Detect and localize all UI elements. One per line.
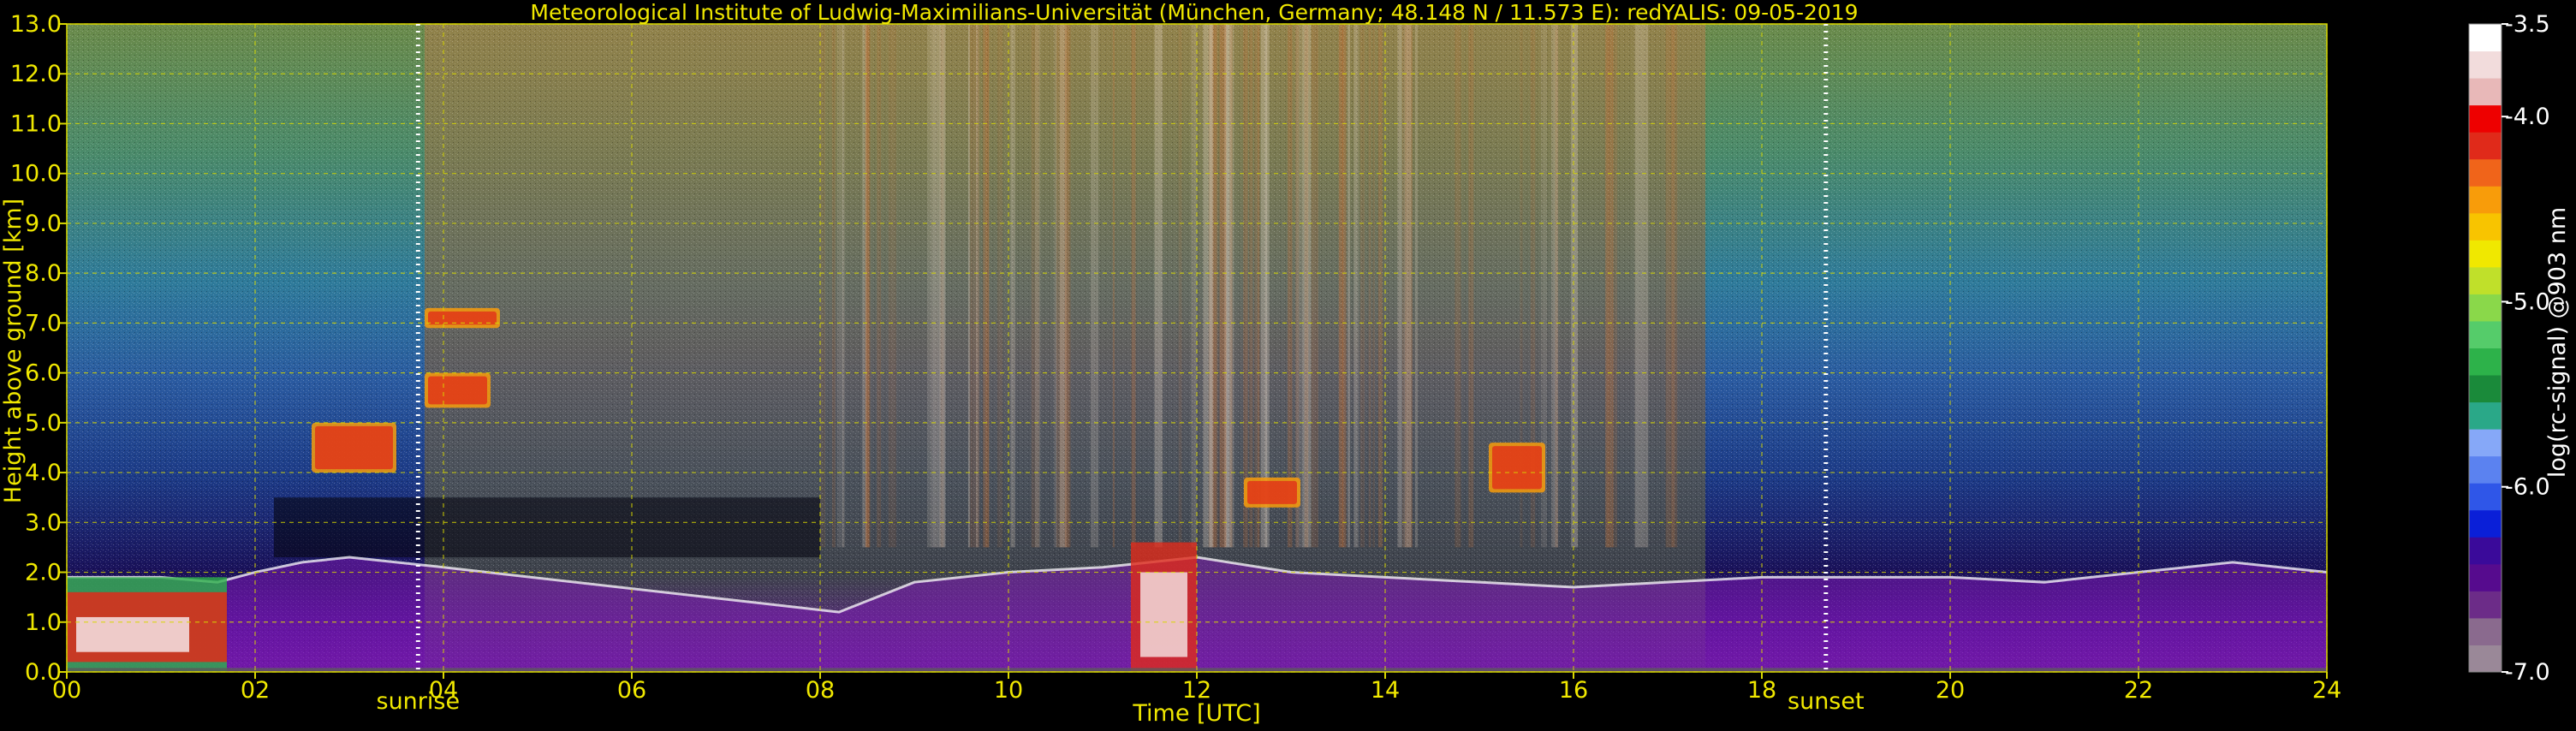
colorbar-segment <box>2469 429 2502 457</box>
y-tick-label: 1.0 <box>25 609 62 636</box>
colorbar-segment <box>2469 401 2502 430</box>
colorbar-segment <box>2469 240 2502 268</box>
colorbar-segment <box>2469 348 2502 376</box>
colorbar-segment <box>2469 645 2502 673</box>
y-tick-label: 2.0 <box>25 560 62 586</box>
colorbar: -3.5 -4.0 -5.0 -6.0 -7.0 <box>2468 11 2550 686</box>
chart-svg: sunrise sunset 00 02 04 06 08 10 12 14 16 18 20 22 24… <box>0 0 2571 727</box>
colorbar-segment <box>2469 132 2502 160</box>
colorbar-segment <box>2469 375 2502 403</box>
colorbar-segment <box>2469 294 2502 322</box>
cloud-column-core <box>1140 572 1187 657</box>
x-axis-label: Time [UTC] <box>1132 700 1260 727</box>
y-tick-label: 5.0 <box>25 410 62 437</box>
chart-title: Meteorological Institute of Ludwig-Maxim… <box>530 0 1858 25</box>
x-tick-label: 06 <box>617 677 646 704</box>
colorbar-tick-label: -5.0 <box>2505 288 2550 315</box>
y-tick-label: 13.0 <box>10 11 62 38</box>
x-tick-label: 14 <box>1371 677 1400 704</box>
colorbar-label: log(rc-signal) @903 nm <box>2544 207 2571 478</box>
colorbar-segment <box>2469 320 2502 348</box>
colorbar-segment <box>2469 509 2502 538</box>
colorbar-segment <box>2469 186 2502 214</box>
y-tick-label: 9.0 <box>25 211 62 237</box>
x-tick-label: 22 <box>2124 677 2153 704</box>
aerosol-layer-core <box>1492 446 1542 490</box>
y-tick-label: 8.0 <box>25 260 62 287</box>
y-tick-label: 6.0 <box>25 360 62 387</box>
x-tick-label: 16 <box>1559 677 1588 704</box>
y-tick-label: 11.0 <box>10 110 62 137</box>
y-tick-label: 3.0 <box>25 509 62 536</box>
colorbar-segment <box>2469 104 2502 133</box>
y-tick-label: 4.0 <box>25 460 62 486</box>
colorbar-tick-label: -3.5 <box>2505 11 2550 38</box>
y-axis-label: Height above ground [km] <box>0 199 27 503</box>
y-tick-label: 7.0 <box>25 310 62 336</box>
colorbar-segment <box>2469 455 2502 484</box>
colorbar-tick-label: -6.0 <box>2505 474 2550 501</box>
x-tick-label: 08 <box>806 677 835 704</box>
lidar-backscatter-chart: sunrise sunset 00 02 04 06 08 10 12 14 16 18 20 22 24… <box>0 0 2576 728</box>
colorbar-segment <box>2469 51 2502 79</box>
colorbar-tick-label: -4.0 <box>2505 104 2550 130</box>
colorbar-segment <box>2469 483 2502 511</box>
x-tick-label: 20 <box>1936 677 1965 704</box>
y-tick-label: 12.0 <box>10 61 62 87</box>
colorbar-segment <box>2469 537 2502 565</box>
y-tick-label: 0.0 <box>25 659 62 686</box>
clear-air-region <box>274 497 820 558</box>
colorbar-segment <box>2469 158 2502 187</box>
colorbar-segment <box>2469 591 2502 619</box>
aerosol-layer-core <box>1247 480 1297 504</box>
x-tick-label: 24 <box>2312 677 2341 704</box>
colorbar-tick-label: -7.0 <box>2505 659 2550 686</box>
x-tick-label: 18 <box>1747 677 1776 704</box>
colorbar-segment <box>2469 212 2502 241</box>
colorbar-segment <box>2469 563 2502 591</box>
colorbar-segment <box>2469 78 2502 106</box>
colorbar-segment <box>2469 24 2502 52</box>
colorbar-segment <box>2469 266 2502 294</box>
event-label-sunset: sunset <box>1788 688 1865 715</box>
y-tick-label: 10.0 <box>10 161 62 187</box>
x-tick-label: 10 <box>994 677 1023 704</box>
colorbar-segment <box>2469 617 2502 645</box>
x-tick-label: 04 <box>429 677 458 704</box>
aerosol-layer-core <box>315 425 393 470</box>
x-tick-label: 02 <box>241 677 270 704</box>
aerosol-layer-core <box>428 376 487 405</box>
